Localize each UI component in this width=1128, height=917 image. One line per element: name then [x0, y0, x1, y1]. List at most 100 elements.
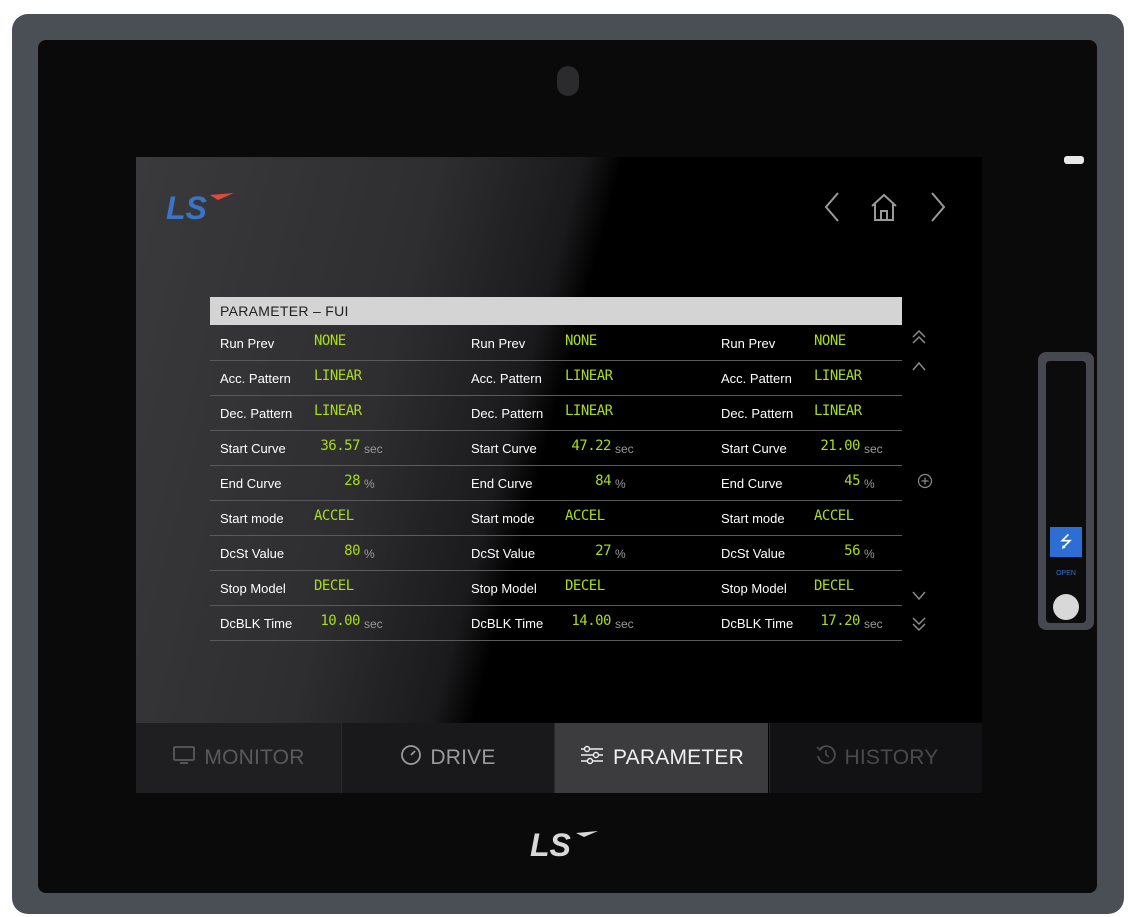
- parameter-label: Start Curve: [471, 441, 537, 456]
- parameter-label: DcSt Value: [721, 546, 786, 561]
- usb-slot: [1046, 361, 1086, 623]
- parameter-value[interactable]: DECEL: [814, 578, 860, 594]
- parameter-label: End Curve: [721, 476, 783, 491]
- parameter-unit: sec: [615, 442, 634, 456]
- double-chevron-down-icon[interactable]: [908, 615, 930, 637]
- table-row[interactable]: End Curve 28% End Curve 84% End Curve 45%: [210, 465, 902, 501]
- tab-history[interactable]: HISTORY: [769, 723, 982, 793]
- parameter-label: Acc. Pattern: [471, 371, 542, 386]
- camera-lens: [557, 66, 579, 96]
- table-row[interactable]: Dec. Pattern LINEAR Dec. Pattern LINEAR Dec.…: [210, 395, 902, 431]
- parameter-label: DcBLK Time: [471, 616, 544, 631]
- parameter-label: End Curve: [471, 476, 533, 491]
- parameter-label: DcSt Value: [471, 546, 536, 561]
- parameter-label: DcSt Value: [220, 546, 285, 561]
- gauge-icon: [400, 744, 422, 772]
- parameter-value[interactable]: 47.22: [571, 438, 611, 454]
- double-chevron-up-icon[interactable]: [908, 328, 930, 350]
- home-icon[interactable]: [866, 189, 902, 225]
- monitor-icon: [172, 745, 196, 771]
- parameter-label: Start mode: [220, 511, 284, 526]
- tab-drive[interactable]: DRIVE: [342, 723, 555, 793]
- parameter-value[interactable]: DECEL: [314, 578, 360, 594]
- usb-icon: ⭍: [1050, 527, 1082, 557]
- table-row[interactable]: DcBLK Time 10.00 sec DcBLK Time 14.00 sec DcBL…: [210, 605, 902, 641]
- chevron-down-icon[interactable]: [908, 587, 930, 609]
- tab-parameter[interactable]: PARAMETER: [555, 723, 768, 793]
- table-row[interactable]: Start Curve 36.57 sec Start Curve 47.22 sec St…: [210, 430, 902, 466]
- touch-screen: LS PARAMETER – FUI Run Prev NONE Run Prev N…: [136, 157, 982, 793]
- parameter-value[interactable]: 27: [571, 543, 611, 559]
- parameter-unit: %: [615, 477, 626, 491]
- parameter-value[interactable]: LINEAR: [565, 368, 613, 384]
- parameter-value[interactable]: NONE: [565, 333, 611, 349]
- parameter-value[interactable]: 56: [820, 543, 860, 559]
- table-row[interactable]: DcSt Value 80% DcSt Value 27% DcSt Value 56%: [210, 535, 902, 571]
- parameter-value[interactable]: 28: [320, 473, 360, 489]
- parameter-value[interactable]: 17.20: [820, 613, 860, 629]
- table-row[interactable]: Run Prev NONE Run Prev NONE Run Prev NONE: [210, 325, 902, 361]
- status-led: [1064, 156, 1084, 164]
- table-row[interactable]: Acc. Pattern LINEAR Acc. Pattern LINEAR Acc.…: [210, 360, 902, 396]
- parameter-value[interactable]: NONE: [314, 333, 360, 349]
- parameter-value[interactable]: ACCEL: [814, 508, 860, 524]
- parameter-label: Dec. Pattern: [721, 406, 794, 421]
- parameter-unit: sec: [364, 442, 383, 456]
- parameter-unit: sec: [864, 442, 883, 456]
- table-row[interactable]: Start mode ACCEL Start mode ACCEL Start mode…: [210, 500, 902, 536]
- parameter-unit: sec: [864, 617, 883, 631]
- parameter-label: Stop Model: [471, 581, 537, 596]
- brand-logo: LS: [166, 190, 234, 226]
- parameter-label: DcBLK Time: [220, 616, 293, 631]
- history-icon: [815, 744, 837, 772]
- parameter-unit: %: [615, 547, 626, 561]
- parameter-value[interactable]: ACCEL: [314, 508, 360, 524]
- parameter-unit: %: [864, 547, 875, 561]
- parameter-value[interactable]: NONE: [814, 333, 860, 349]
- parameter-label: Dec. Pattern: [220, 406, 293, 421]
- parameter-value[interactable]: 36.57: [320, 438, 360, 454]
- usb-open-button[interactable]: [1053, 594, 1079, 620]
- bottom-tab-bar: MONITOR DRIVE PARAMETER HISTORY: [136, 723, 982, 793]
- parameter-value[interactable]: DECEL: [565, 578, 611, 594]
- parameter-value[interactable]: 14.00: [571, 613, 611, 629]
- parameter-unit: %: [864, 477, 875, 491]
- parameter-label: Start mode: [721, 511, 785, 526]
- plus-circle-icon[interactable]: [914, 473, 936, 495]
- parameter-label: Run Prev: [471, 336, 526, 351]
- parameter-label: Stop Model: [721, 581, 787, 596]
- parameter-unit: sec: [364, 617, 383, 631]
- tab-monitor[interactable]: MONITOR: [136, 723, 342, 793]
- parameter-value[interactable]: LINEAR: [314, 368, 362, 384]
- bottom-brand-logo: LS: [530, 827, 598, 863]
- parameter-value[interactable]: LINEAR: [814, 403, 862, 419]
- tab-drive-label: DRIVE: [430, 746, 496, 769]
- parameter-value[interactable]: 21.00: [820, 438, 860, 454]
- parameter-label: Acc. Pattern: [220, 371, 291, 386]
- parameter-label: Start Curve: [721, 441, 787, 456]
- parameter-label: End Curve: [220, 476, 282, 491]
- table-row[interactable]: Stop Model DECEL Stop Model DECEL Stop Model…: [210, 570, 902, 606]
- chevron-right-icon[interactable]: [924, 189, 952, 225]
- tab-parameter-label: PARAMETER: [613, 746, 744, 769]
- usb-open-label: OPEN: [1056, 570, 1076, 577]
- parameter-value[interactable]: ACCEL: [565, 508, 611, 524]
- parameter-label: Start mode: [471, 511, 535, 526]
- parameter-value[interactable]: 84: [571, 473, 611, 489]
- parameter-value[interactable]: LINEAR: [565, 403, 613, 419]
- parameter-value[interactable]: 45: [820, 473, 860, 489]
- parameter-value[interactable]: LINEAR: [814, 368, 862, 384]
- parameter-unit: %: [364, 547, 375, 561]
- svg-text:LS: LS: [166, 190, 208, 226]
- chevron-up-icon[interactable]: [908, 357, 930, 379]
- parameter-title: PARAMETER – FUI: [220, 303, 349, 319]
- parameter-value[interactable]: LINEAR: [314, 403, 362, 419]
- parameter-label: Dec. Pattern: [471, 406, 544, 421]
- parameter-label: DcBLK Time: [721, 616, 794, 631]
- parameter-value[interactable]: 80: [320, 543, 360, 559]
- parameter-label: Run Prev: [220, 336, 275, 351]
- svg-text:LS: LS: [530, 827, 572, 863]
- tab-monitor-label: MONITOR: [204, 746, 305, 769]
- chevron-left-icon[interactable]: [818, 189, 846, 225]
- parameter-value[interactable]: 10.00: [320, 613, 360, 629]
